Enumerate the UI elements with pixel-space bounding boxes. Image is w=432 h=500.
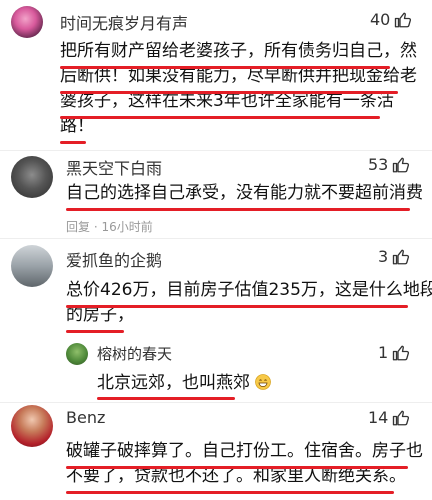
thumbs-up-icon[interactable] [392, 248, 410, 266]
like-count[interactable]: 53 [368, 155, 410, 174]
like-count-value: 53 [368, 155, 389, 174]
reply-link[interactable]: 回复 [66, 220, 90, 234]
like-count-value: 14 [368, 408, 389, 427]
comment-text: 自己的选择自己承受，没有能力就不要超前消费 [66, 181, 423, 206]
avatar[interactable] [11, 405, 53, 447]
comment-line: 总价426万，目前房子估值235万，这是什么地段 [66, 280, 432, 300]
underline-mark [66, 466, 408, 469]
reply-text: 北京远郊，也叫燕郊 [97, 371, 272, 396]
avatar[interactable] [11, 245, 53, 287]
comment-line: 破罐子破摔算了。自己打份工。住宿舍。房子也 [66, 441, 423, 461]
divider [0, 402, 432, 403]
comment-meta: 回复 · 16小时前 [66, 218, 153, 235]
underline-mark [97, 397, 235, 400]
divider [0, 150, 432, 151]
comment-text: 总价426万，目前房子估值235万，这是什么地段 的房子， [66, 278, 432, 328]
like-count[interactable]: 14 [368, 408, 410, 427]
underline-mark [60, 116, 380, 119]
avatar[interactable] [11, 156, 53, 198]
comment-username[interactable]: Benz [66, 408, 105, 427]
comment-username[interactable]: 时间无痕岁月有声 [60, 10, 188, 34]
like-count-value: 3 [378, 247, 389, 266]
grin-emoji-icon [255, 374, 272, 390]
underline-mark [66, 330, 124, 333]
like-count-value: 40 [370, 10, 391, 29]
underline-mark [66, 305, 408, 308]
comment-time: 16小时前 [101, 220, 153, 234]
reply-username[interactable]: 榕树的春天 [97, 343, 172, 364]
like-count[interactable]: 3 [378, 247, 410, 266]
comment-line: 自己的选择自己承受，没有能力就不要超前消费 [66, 183, 423, 203]
thumbs-up-icon[interactable] [392, 409, 410, 427]
thumbs-up-icon[interactable] [394, 11, 412, 29]
underline-mark [60, 141, 86, 144]
comment-text: 破罐子破摔算了。自己打份工。住宿舍。房子也 不要了，贷款也不还了。和家里人断绝关… [66, 439, 423, 489]
avatar[interactable] [66, 343, 88, 365]
comment-text: 把所有财产留给老婆孩子，所有债务归自己，然 后断供！如果没有能力，尽早断供并把现… [60, 39, 417, 139]
underline-mark [66, 208, 410, 211]
underline-mark [60, 91, 398, 94]
like-count[interactable]: 1 [378, 343, 410, 362]
underline-mark [66, 491, 394, 494]
comment-username[interactable]: 黑天空下白雨 [66, 155, 162, 179]
divider [0, 238, 432, 239]
comment-line: 把所有财产留给老婆孩子，所有债务归自己，然 [60, 41, 417, 61]
like-count-value: 1 [378, 343, 389, 362]
avatar[interactable] [11, 6, 43, 38]
thumbs-up-icon[interactable] [392, 344, 410, 362]
underline-mark [60, 66, 390, 69]
thumbs-up-icon[interactable] [392, 156, 410, 174]
comment-username[interactable]: 爱抓鱼的企鹅 [66, 247, 162, 271]
like-count[interactable]: 40 [370, 10, 412, 29]
reply-text-content: 北京远郊，也叫燕郊 [97, 373, 250, 393]
